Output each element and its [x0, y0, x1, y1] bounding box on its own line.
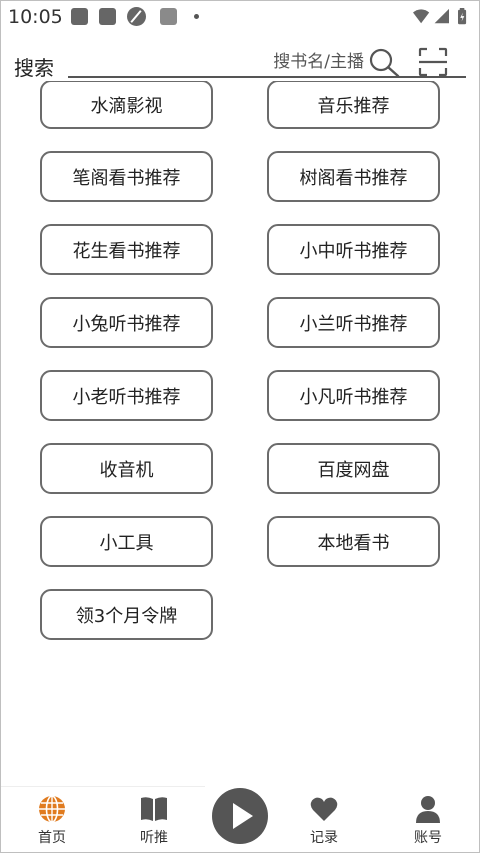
- notification-square-icon: [71, 8, 88, 25]
- menu-item-baidu-netdisk[interactable]: 百度网盘: [267, 443, 440, 494]
- nav-account[interactable]: 账号: [398, 794, 458, 850]
- menu-item-water-drop-video[interactable]: 水滴影视: [40, 81, 213, 129]
- menu-item-xiaofan-audio[interactable]: 小凡听书推荐: [267, 370, 440, 421]
- play-icon: [233, 803, 253, 829]
- scan-icon[interactable]: [418, 47, 448, 77]
- heart-icon: [310, 797, 338, 821]
- notification-square-icon: [99, 8, 116, 25]
- notification-square-icon: [160, 8, 177, 25]
- nav-home-label: 首页: [38, 830, 66, 846]
- status-bar: 10:05: [0, 0, 480, 34]
- search-icon[interactable]: [368, 47, 400, 77]
- no-tracking-icon: [127, 7, 146, 26]
- system-status-icons: [413, 8, 467, 25]
- menu-item-xiaotu-audio[interactable]: 小兔听书推荐: [40, 297, 213, 348]
- status-time: 10:05: [8, 6, 63, 28]
- nav-home[interactable]: 首页: [22, 794, 82, 850]
- menu-item-local-books[interactable]: 本地看书: [267, 516, 440, 567]
- person-icon: [416, 796, 440, 823]
- menu-grid-inner: 水滴影视 音乐推荐 笔阁看书推荐 树阁看书推荐 花生看书推荐 小中听书推荐 小兔…: [40, 81, 440, 640]
- menu-item-shuge-books[interactable]: 树阁看书推荐: [267, 151, 440, 202]
- nav-account-label: 账号: [414, 830, 442, 846]
- menu-item-radio[interactable]: 收音机: [40, 443, 213, 494]
- menu-grid: 水滴影视 音乐推荐 笔阁看书推荐 树阁看书推荐 花生看书推荐 小中听书推荐 小兔…: [40, 81, 440, 651]
- nav-listen[interactable]: 听推: [124, 794, 184, 850]
- nav-history[interactable]: 记录: [294, 794, 354, 850]
- menu-item-xiaolao-audio[interactable]: 小老听书推荐: [40, 370, 213, 421]
- search-label: 搜索: [14, 56, 54, 80]
- search-underline: [68, 76, 466, 78]
- battery-charging-icon: [458, 8, 467, 25]
- dot-icon: [194, 14, 199, 19]
- globe-icon: [39, 795, 65, 823]
- signal-icon: [434, 8, 449, 24]
- menu-item-music[interactable]: 音乐推荐: [267, 81, 440, 129]
- menu-item-xiaolan-audio[interactable]: 小兰听书推荐: [267, 297, 440, 348]
- menu-item-tools[interactable]: 小工具: [40, 516, 213, 567]
- nav-history-label: 记录: [310, 830, 338, 846]
- menu-item-xiaozhong-audio[interactable]: 小中听书推荐: [267, 224, 440, 275]
- menu-item-huasheng-books[interactable]: 花生看书推荐: [40, 224, 213, 275]
- book-icon: [141, 797, 167, 821]
- wifi-icon: [413, 9, 430, 24]
- nav-listen-label: 听推: [140, 830, 168, 846]
- search-input[interactable]: [70, 46, 364, 78]
- play-button[interactable]: [212, 788, 268, 844]
- menu-item-get-token[interactable]: 领3个月令牌: [40, 589, 213, 640]
- nav-divider: [0, 786, 205, 787]
- menu-item-bige-books[interactable]: 笔阁看书推荐: [40, 151, 213, 202]
